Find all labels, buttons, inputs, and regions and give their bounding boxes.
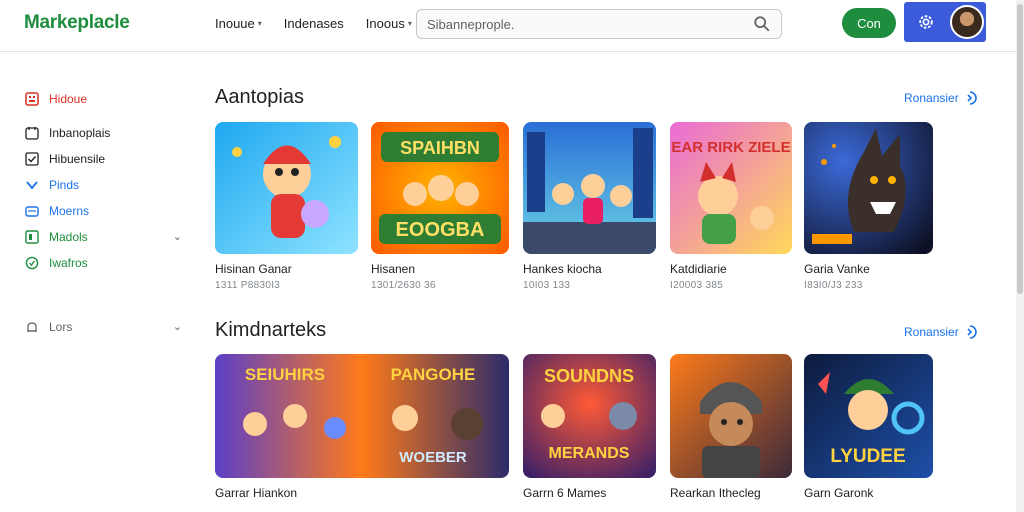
game-thumbnail[interactable]: SOUNDNS MERANDS <box>523 354 656 478</box>
sidebar-item-hibuensile[interactable]: Hibuensile <box>24 146 194 172</box>
see-more-link[interactable]: Ronansier <box>904 91 977 105</box>
sidebar: Hidoue Inbanoplais Hibuensile Pinds Moer… <box>24 86 194 340</box>
clock-icon <box>24 256 39 271</box>
svg-text:SEIUHIRS: SEIUHIRS <box>245 365 325 384</box>
svg-text:LYUDEE: LYUDEE <box>830 446 905 467</box>
search-box[interactable] <box>416 9 782 39</box>
chevron-down-icon[interactable]: ⌄ <box>173 230 182 243</box>
svg-text:EOOGBA: EOOGBA <box>396 219 485 241</box>
svg-text:WOEBER: WOEBER <box>399 449 467 466</box>
game-title: Garn Garonk <box>804 486 874 500</box>
nav-item-indenases[interactable]: Indenases <box>284 16 344 31</box>
folder-icon <box>24 126 39 141</box>
section-title: Aantopias <box>215 86 304 108</box>
sidebar-item-label: Hidoue <box>49 92 88 106</box>
arrow-right-icon <box>967 325 977 339</box>
logo[interactable]: Markeplacle <box>24 12 130 34</box>
chevron-down-icon <box>24 178 39 193</box>
svg-text:PANGOHE: PANGOHE <box>391 365 476 384</box>
search-icon[interactable] <box>753 15 771 33</box>
caret-down-icon: ▾ <box>407 19 412 28</box>
game-title: Garia Vanke <box>804 262 870 276</box>
game-title: Rearkan Ithecleg <box>670 486 761 500</box>
game-meta: 10I03 133 <box>523 280 571 291</box>
game-card[interactable]: Rearkan Ithecleg <box>670 354 792 512</box>
section-title: Kimdnarteks <box>215 319 327 341</box>
chevron-down-icon[interactable]: ⌄ <box>173 320 182 333</box>
sidebar-item-pinds[interactable]: Pinds <box>24 172 194 198</box>
game-title: Hisinan Ganar <box>215 262 292 276</box>
game-thumbnail[interactable]: SEIUHIRS PANGOHE WOEBER <box>215 354 509 478</box>
svg-text:SOUNDNS: SOUNDNS <box>544 366 634 386</box>
see-more-label: Ronansier <box>904 325 959 339</box>
game-card[interactable]: Garia Vanke I83I0/J3 233 <box>804 122 933 297</box>
sidebar-item-iwafros[interactable]: Iwafros <box>24 250 194 276</box>
profile-area[interactable] <box>904 2 986 42</box>
game-thumbnail[interactable] <box>804 122 933 254</box>
see-more-label: Ronansier <box>904 91 959 105</box>
box-icon <box>24 230 39 245</box>
game-thumbnail[interactable]: EAR RIRK ZIELE <box>670 122 792 254</box>
game-card[interactable]: LYUDEE Garn Garonk <box>804 354 933 512</box>
scrollbar-thumb[interactable] <box>1017 4 1023 294</box>
game-title: Garrn 6 Mames <box>523 486 607 500</box>
con-button[interactable]: Con <box>842 8 896 38</box>
game-card[interactable]: SEIUHIRS PANGOHE WOEBER Garrar Hiankon <box>215 354 509 512</box>
game-card[interactable]: SOUNDNS MERANDS Garrn 6 Mames <box>523 354 656 512</box>
game-card[interactable]: EAR RIRK ZIELE Katdidiarie I20003 385 <box>670 122 792 297</box>
game-thumbnail[interactable]: LYUDEE <box>804 354 933 478</box>
sidebar-item-label: Madols <box>49 230 88 244</box>
sidebar-item-lors[interactable]: Lors ⌄ <box>24 314 194 340</box>
game-thumbnail[interactable] <box>523 122 656 254</box>
sidebar-item-moerns[interactable]: Moerns <box>24 198 194 224</box>
nav-item-inoous[interactable]: Inoous ▾ <box>366 16 412 31</box>
avatar[interactable] <box>950 5 984 39</box>
game-title: Hisanen <box>371 262 416 276</box>
sidebar-item-label: Iwafros <box>49 256 88 270</box>
game-meta: 1311 P8830I3 <box>215 280 281 291</box>
sidebar-item-label: Moerns <box>49 204 90 218</box>
grid-icon <box>24 92 39 107</box>
game-title: Hankes kiocha <box>523 262 602 276</box>
game-card[interactable]: SPAIHBN EOOGBA Hisanen 1301/2630 36 <box>371 122 509 297</box>
game-meta: 1301/2630 36 <box>371 280 436 291</box>
sidebar-item-label: Lors <box>49 320 73 334</box>
sidebar-item-label: Pinds <box>49 178 80 192</box>
top-nav: Inouue ▾ Indenases Inoous ▾ <box>215 16 412 31</box>
game-title: Garrar Hiankon <box>215 486 298 500</box>
game-thumbnail[interactable]: SPAIHBN EOOGBA <box>371 122 509 254</box>
game-thumbnail[interactable] <box>670 354 792 478</box>
card-icon <box>24 204 39 219</box>
caret-down-icon: ▾ <box>257 19 262 28</box>
nav-label: Inoous <box>365 16 405 31</box>
gear-icon[interactable] <box>916 12 936 32</box>
nav-item-inouue[interactable]: Inouue ▾ <box>215 16 262 31</box>
bell-icon <box>24 320 39 335</box>
game-title: Katdidiarie <box>670 262 727 276</box>
game-card[interactable]: Hankes kiocha 10I03 133 <box>523 122 656 297</box>
svg-text:EAR RIRK ZIELE: EAR RIRK ZIELE <box>671 139 790 156</box>
game-card[interactable]: Hisinan Ganar 1311 P8830I3 <box>215 122 358 297</box>
svg-text:MERANDS: MERANDS <box>549 445 630 462</box>
top-bar: Markeplacle Inouue ▾ Indenases Inoous ▾ … <box>0 0 1024 52</box>
svg-text:SPAIHBN: SPAIHBN <box>400 138 480 158</box>
sidebar-item-hidoue[interactable]: Hidoue <box>24 86 194 112</box>
nav-label: Inouue <box>215 16 255 31</box>
see-more-link[interactable]: Ronansier <box>904 325 977 339</box>
nav-label: Indenases <box>283 16 344 31</box>
game-thumbnail[interactable] <box>215 122 358 254</box>
sidebar-item-label: Hibuensile <box>49 152 106 166</box>
arrow-right-icon <box>967 91 977 105</box>
search-input[interactable] <box>427 16 753 32</box>
checkbox-icon <box>24 152 39 167</box>
sidebar-item-label: Inbanoplais <box>49 126 111 140</box>
scrollbar[interactable] <box>1016 0 1024 512</box>
game-meta: I83I0/J3 233 <box>804 280 863 291</box>
sidebar-item-madols[interactable]: Madols ⌄ <box>24 224 194 250</box>
game-meta: I20003 385 <box>670 280 724 291</box>
sidebar-item-inbanoplais[interactable]: Inbanoplais <box>24 120 194 146</box>
